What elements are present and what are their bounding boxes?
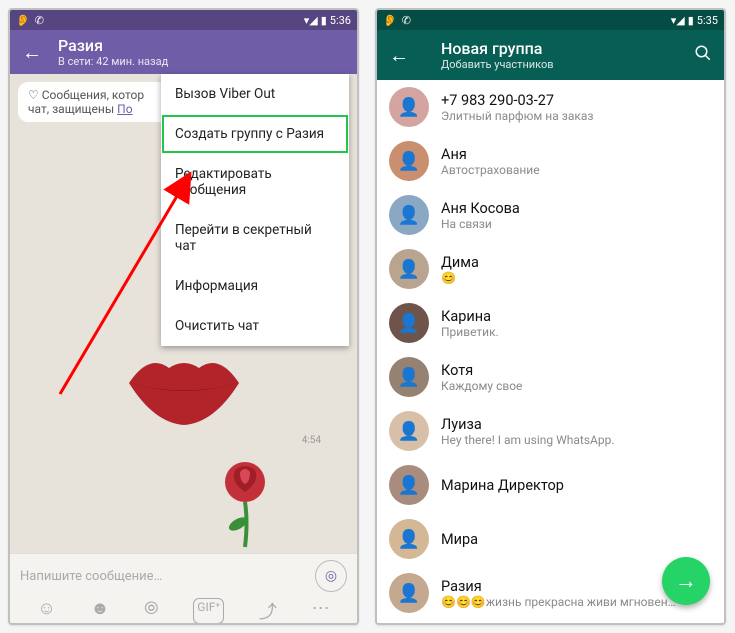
contact-name: Аня — [441, 146, 712, 163]
contact-name: Аня Косова — [441, 200, 712, 217]
battery-icon: ▮ — [321, 14, 327, 27]
contact-row[interactable]: 👤 Мира — [377, 512, 724, 566]
contact-name: Дима — [441, 254, 712, 271]
contact-row[interactable]: 👤 КотяКаждому свое — [377, 350, 724, 404]
contact-row[interactable]: 👤 Марина Директор — [377, 458, 724, 512]
back-icon[interactable]: ← — [389, 43, 409, 68]
contact-row[interactable]: 👤 КаринаПриветик. — [377, 296, 724, 350]
next-button[interactable]: → — [662, 557, 710, 605]
contact-row[interactable]: 👤 АняАвтострахование — [377, 134, 724, 188]
contact-name: Марина Директор — [441, 477, 712, 494]
message-input-bar: Напишите сообщение… ◎ ☺ ☻ ⦾ GIF⁺ ⤴ ⋯ — [10, 553, 357, 623]
contact-status: 😊 — [441, 271, 712, 285]
contact-name: Луиза — [441, 416, 712, 433]
status-time: 5:36 — [330, 14, 351, 27]
message-input[interactable]: Напишите сообщение… — [20, 569, 307, 584]
contact-status: Автострахование — [441, 163, 712, 177]
menu-create-group[interactable]: Создать группу с Разия — [161, 114, 349, 154]
sticker-rose[interactable] — [210, 452, 280, 552]
back-icon[interactable]: ← — [22, 40, 42, 65]
chat-title: Разия — [58, 36, 345, 55]
face-icon[interactable]: ☺ — [37, 598, 55, 624]
contact-status: Hey there! I am using WhatsApp. — [441, 433, 712, 447]
search-icon[interactable] — [694, 44, 712, 67]
menu-call-viber-out[interactable]: Вызов Viber Out — [161, 74, 349, 114]
sticker-icon[interactable]: ☻ — [90, 598, 109, 624]
avatar: 👤 — [389, 87, 429, 127]
status-time: 5:35 — [697, 14, 718, 27]
avatar: 👤 — [389, 141, 429, 181]
contact-name: Карина — [441, 308, 712, 325]
chat-menu: Вызов Viber Out Создать группу с Разия Р… — [161, 74, 349, 346]
status-bar: 👂 ✆ ▾◢ ▮ 5:35 — [377, 10, 724, 30]
contact-name: +7 983 290-03-27 — [441, 92, 712, 109]
viber-header: ← Разия В сети: 42 мин. назад — [10, 30, 357, 74]
menu-clear-chat[interactable]: Очистить чат — [161, 306, 349, 346]
chat-subtitle: В сети: 42 мин. назад — [58, 55, 345, 68]
contact-name: Мира — [441, 531, 712, 548]
whatsapp-icon: ✆ — [402, 14, 411, 27]
contact-row[interactable]: 👤 ЛуизаHey there! I am using WhatsApp. — [377, 404, 724, 458]
more-icon[interactable]: ⋯ — [312, 598, 330, 624]
avatar: 👤 — [389, 357, 429, 397]
contacts-list[interactable]: 👤 +7 983 290-03-27Элитный парфюм на заказ… — [377, 80, 724, 623]
status-bar: 👂 ✆ ▾◢ ▮ 5:36 — [10, 10, 357, 30]
timestamp: 4:54 — [10, 435, 357, 446]
avatar: 👤 — [389, 303, 429, 343]
contact-status: Элитный парфюм на заказ — [441, 109, 712, 123]
gif-icon[interactable]: GIF⁺ — [193, 598, 224, 624]
contact-status: Каждому свое — [441, 379, 712, 393]
contact-row[interactable]: 👤 +7 983 290-03-27Элитный парфюм на заказ — [377, 80, 724, 134]
battery-icon: ▮ — [688, 14, 694, 27]
menu-secret-chat[interactable]: Перейти в секретный чат — [161, 210, 349, 266]
contact-name: Котя — [441, 362, 712, 379]
avatar: 👤 — [389, 519, 429, 559]
viber-phone: 👂 ✆ ▾◢ ▮ 5:36 ← Разия В сети: 42 мин. на… — [8, 8, 359, 625]
contact-row[interactable]: 👤 Дима😊 — [377, 242, 724, 296]
notification-icon: 👂 — [16, 14, 30, 27]
avatar: 👤 — [389, 465, 429, 505]
chat-body: ♡ Сообщения, котор чат, защищены По Вызо… — [10, 74, 357, 623]
avatar: 👤 — [389, 411, 429, 451]
notification-icon: 👂 — [383, 14, 397, 27]
sticker-lips[interactable] — [119, 343, 249, 433]
mic-button[interactable]: ◎ — [315, 560, 347, 592]
menu-edit-messages[interactable]: Редактировать сообщения — [161, 154, 349, 210]
contact-row[interactable]: 👤 Аня КосоваНа связи — [377, 188, 724, 242]
whatsapp-header: ← Новая группа Добавить участников — [377, 30, 724, 80]
avatar: 👤 — [389, 573, 429, 613]
page-subtitle: Добавить участников — [441, 58, 694, 71]
signal-icon: ▾◢ — [304, 14, 318, 27]
share-icon[interactable]: ⤴ — [259, 598, 277, 624]
signal-icon: ▾◢ — [671, 14, 685, 27]
contact-status: На связи — [441, 217, 712, 231]
camera-icon[interactable]: ⦾ — [144, 598, 158, 624]
avatar: 👤 — [389, 249, 429, 289]
whatsapp-icon: ✆ — [35, 14, 44, 27]
avatar: 👤 — [389, 195, 429, 235]
page-title: Новая группа — [441, 39, 694, 58]
contact-status: Приветик. — [441, 325, 712, 339]
whatsapp-phone: 👂 ✆ ▾◢ ▮ 5:35 ← Новая группа Добавить уч… — [375, 8, 726, 625]
menu-info[interactable]: Информация — [161, 266, 349, 306]
